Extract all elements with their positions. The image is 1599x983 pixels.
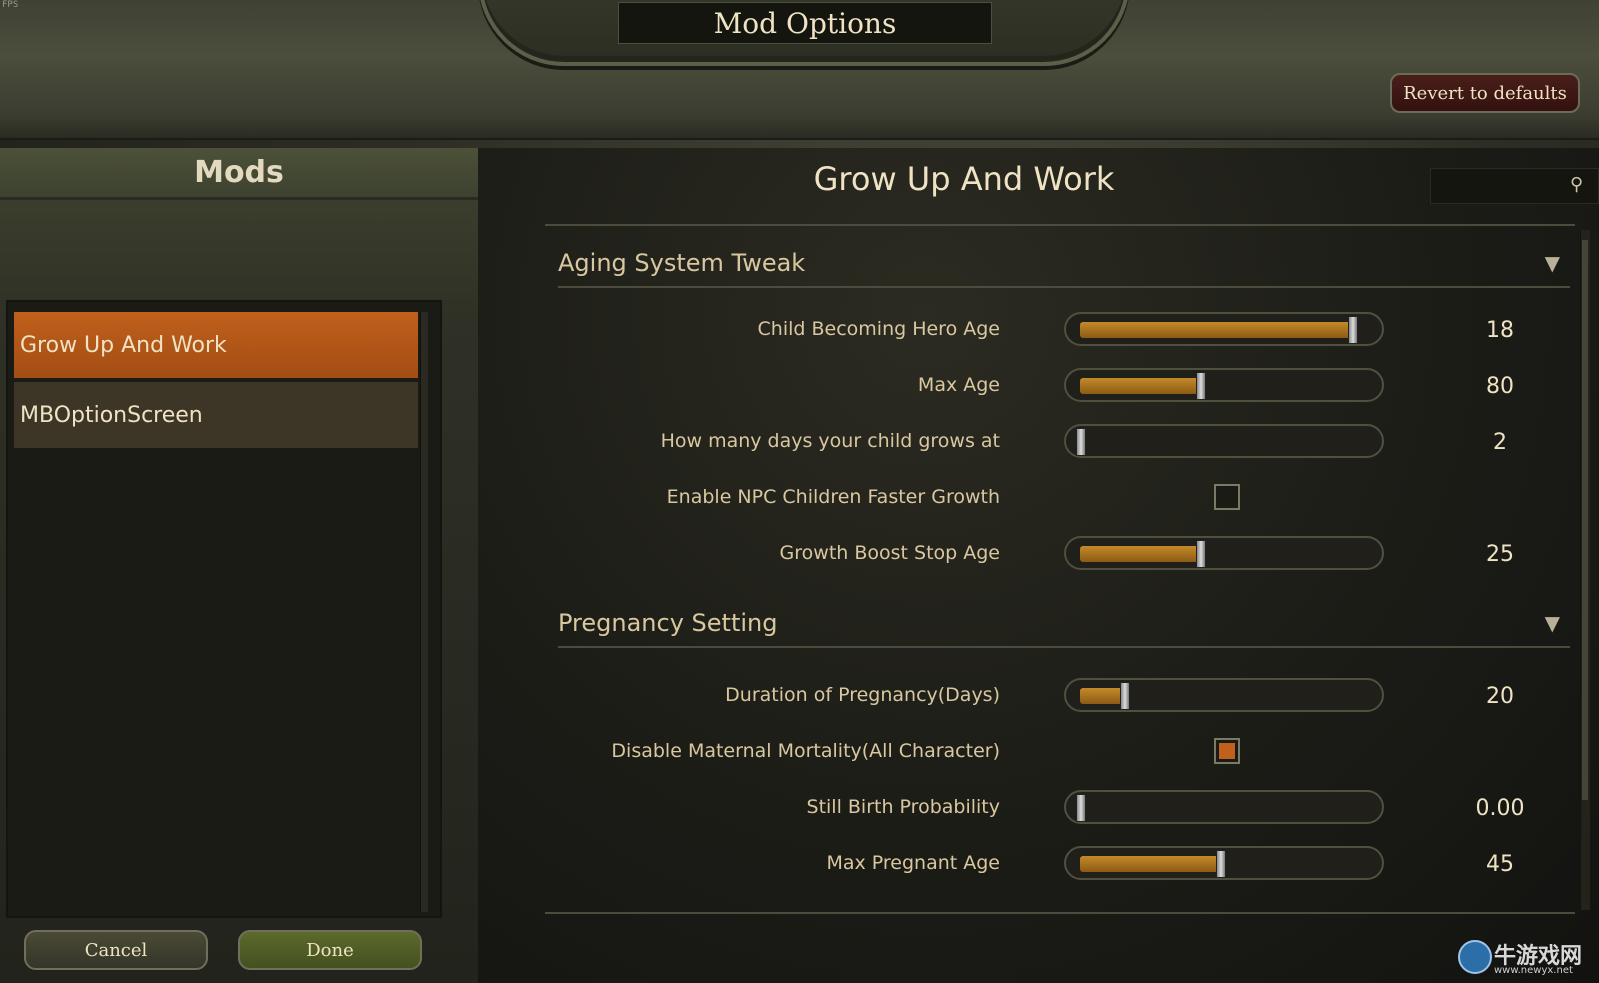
checkbox-enable-npc-children-faster-growth[interactable] xyxy=(1214,484,1240,510)
checkbox-disable-maternal-mortality[interactable] xyxy=(1214,738,1240,764)
option-value: 45 xyxy=(1486,852,1514,877)
section-pregnancy-setting[interactable]: Pregnancy Setting ▼ xyxy=(558,600,1570,648)
content-divider xyxy=(545,912,1575,914)
option-value: 80 xyxy=(1486,374,1514,399)
slider-thumb[interactable] xyxy=(1076,428,1086,456)
option-label: Growth Boost Stop Age xyxy=(779,542,1000,564)
mods-list-item-grow-up-and-work[interactable]: Grow Up And Work xyxy=(14,312,418,378)
options-scrollbar-thumb[interactable] xyxy=(1582,240,1588,800)
slider-child-grow-days[interactable] xyxy=(1064,424,1384,458)
mods-header: Mods xyxy=(0,148,478,200)
watermark-text: 牛游戏网 xyxy=(1494,944,1583,969)
option-label: Still Birth Probability xyxy=(806,796,1000,818)
slider-duration-of-pregnancy[interactable] xyxy=(1064,678,1384,712)
slider-thumb[interactable] xyxy=(1195,372,1206,400)
slider-fill xyxy=(1080,322,1352,338)
slider-thumb[interactable] xyxy=(1216,850,1227,878)
mod-title: Grow Up And Work xyxy=(813,160,1115,198)
slider-fill xyxy=(1080,378,1200,394)
page-title: Mod Options xyxy=(618,2,992,44)
option-value: 0.00 xyxy=(1475,796,1525,821)
watermark-logo xyxy=(1458,940,1492,974)
revert-to-defaults-button[interactable]: Revert to defaults xyxy=(1390,73,1580,113)
option-label: Max Age xyxy=(917,374,1000,396)
title-divider xyxy=(545,224,1575,226)
watermark-url: www.newyx.net xyxy=(1494,965,1573,976)
slider-max-pregnant-age[interactable] xyxy=(1064,846,1384,880)
option-label: How many days your child grows at xyxy=(660,430,1000,452)
fps-counter: FPS xyxy=(2,0,19,10)
option-label: Child Becoming Hero Age xyxy=(757,318,1000,340)
chevron-down-icon[interactable]: ▼ xyxy=(1545,611,1560,635)
option-value: 25 xyxy=(1486,542,1514,567)
option-value: 20 xyxy=(1486,684,1514,709)
slider-fill xyxy=(1080,688,1124,704)
option-label: Enable NPC Children Faster Growth xyxy=(666,486,1000,508)
option-label: Duration of Pregnancy(Days) xyxy=(725,684,1000,706)
cancel-button[interactable]: Cancel xyxy=(24,930,208,970)
section-title: Aging System Tweak xyxy=(558,249,806,277)
slider-growth-boost-stop-age[interactable] xyxy=(1064,536,1384,570)
slider-child-becoming-hero-age[interactable] xyxy=(1064,312,1384,346)
slider-fill xyxy=(1080,856,1221,872)
option-value: 18 xyxy=(1486,318,1514,343)
section-aging-system-tweak[interactable]: Aging System Tweak ▼ xyxy=(558,240,1570,288)
slider-thumb[interactable] xyxy=(1076,794,1086,822)
option-label: Disable Maternal Mortality(All Character… xyxy=(611,740,1000,762)
option-value: 2 xyxy=(1493,430,1507,455)
mods-list-scrollbar[interactable] xyxy=(420,312,428,912)
slider-thumb[interactable] xyxy=(1195,540,1206,568)
slider-max-age[interactable] xyxy=(1064,368,1384,402)
chevron-down-icon[interactable]: ▼ xyxy=(1545,251,1560,275)
slider-thumb[interactable] xyxy=(1119,682,1130,710)
slider-fill xyxy=(1080,546,1200,562)
search-icon[interactable]: ⚲ xyxy=(1570,174,1592,196)
section-title: Pregnancy Setting xyxy=(558,609,778,637)
slider-thumb[interactable] xyxy=(1347,316,1358,344)
slider-still-birth-probability[interactable] xyxy=(1064,790,1384,824)
option-label: Max Pregnant Age xyxy=(826,852,1000,874)
done-button[interactable]: Done xyxy=(238,930,422,970)
mods-list-item-mboptionscreen[interactable]: MBOptionScreen xyxy=(14,382,418,448)
